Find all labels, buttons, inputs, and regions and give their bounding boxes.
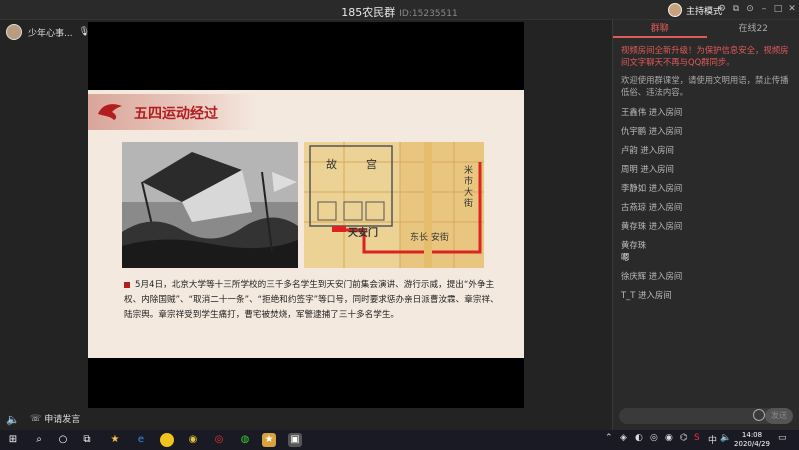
chat-panel: 群聊 在线22 视频房间全新升级！为保护信息安全，视频房间文字聊天不再与QQ群同… [612, 20, 799, 430]
room-rules: 欢迎使用群课堂，请使用文明用语，禁止传播低俗、违法内容。 [621, 75, 789, 97]
notification-icon[interactable]: ▭ [778, 433, 787, 443]
minimize-icon[interactable]: – [758, 3, 770, 15]
close-icon[interactable]: ✕ [786, 3, 798, 15]
cortana-icon[interactable]: ○ [56, 433, 70, 447]
tray-app-icon[interactable]: ◉ [665, 433, 673, 443]
tray-app-icon[interactable]: ◐ [635, 433, 643, 443]
room-name: 185农民群 [341, 6, 396, 19]
tray-app-icon[interactable]: ◎ [650, 433, 658, 443]
popout-icon[interactable]: ⧉ [730, 3, 742, 15]
edge-icon[interactable]: e [134, 433, 148, 447]
maximize-icon[interactable]: □ [772, 3, 784, 15]
join-message: 黄存珠 进入房间 [621, 221, 683, 231]
user-avatar[interactable] [6, 24, 22, 40]
tab-group-chat[interactable]: 群聊 [613, 20, 707, 38]
join-message: 徐庆辉 进入房间 [621, 271, 683, 281]
chat-messages: 视频房间全新升级！为保护信息安全，视频房间文字聊天不再与QQ群同步。 欢迎使用群… [621, 44, 793, 308]
sogou-ime-icon[interactable]: S [694, 433, 700, 443]
chat-tabs: 群聊 在线22 [613, 20, 799, 38]
paragraph-text: 5月4日，北京大学等十三所学校的三千多名学生到天安门前集会演讲、游行示威，提出“… [124, 280, 499, 320]
join-message: T_T 进入房间 [621, 290, 672, 300]
clock-date: 2020/4/29 [734, 440, 770, 448]
tab-online[interactable]: 在线22 [707, 20, 799, 38]
title-bar: 185农民群 ID:15235511 主持模式 ⚙ ⧉ ⊙ – □ ✕ [0, 0, 799, 20]
map-label-gu: 故 [326, 158, 337, 171]
message-text: 嗯 [621, 252, 630, 262]
bullet-icon [124, 281, 130, 288]
pin-icon[interactable]: ⊙ [744, 3, 756, 15]
send-button[interactable]: 发送 [765, 408, 793, 424]
host-mode[interactable]: 主持模式 [668, 3, 722, 17]
map-label-gong: 宫 [366, 158, 377, 171]
map-label-changan: 东长 安街 [410, 233, 449, 243]
join-message: 周明 进入房间 [621, 164, 674, 174]
qq-classroom-icon[interactable]: ★ [262, 433, 276, 447]
network-icon[interactable]: ⌬ [680, 433, 688, 443]
settings-icon[interactable]: ⚙ [716, 3, 728, 15]
system-notice: 视频房间全新升级！为保护信息安全，视频房间文字聊天不再与QQ群同步。 [621, 45, 789, 67]
phone-icon: ☏ [30, 413, 42, 424]
host-avatar [668, 3, 682, 17]
message-sender: 黄存珠 [621, 240, 647, 250]
chrome-icon[interactable]: ◍ [238, 433, 252, 447]
room-id: ID:15235511 [399, 9, 458, 19]
slide-paragraph: 5月4日，北京大学等十三所学校的三千多名学生到天安门前集会演讲、游行示威，提出“… [124, 278, 504, 323]
join-message: 古燕琼 进入房间 [621, 202, 683, 212]
volume-icon[interactable]: 🔈 [720, 433, 731, 443]
tray-chevron-icon[interactable]: ⌃ [605, 433, 613, 443]
slide-title: 五四运动经过 [134, 106, 218, 122]
emoji-icon[interactable] [753, 409, 765, 421]
tiananmen-map: 故 宫 天安门 东长 安街 米市大街 [304, 142, 484, 268]
app-window: 185农民群 ID:15235511 主持模式 ⚙ ⧉ ⊙ – □ ✕ 少年心事.… [0, 0, 799, 430]
historical-photo [122, 142, 298, 268]
map-label-tiananmen: 天安门 [348, 228, 378, 239]
star-app-icon[interactable]: ★ [108, 433, 122, 447]
ppt-slide: 五四运动经过 故 宫 天安门 东长 安街 米市大街 5月4日，北京大学等十三所学… [88, 90, 524, 358]
system-clock[interactable]: 14:08 2020/4/29 [732, 431, 772, 449]
game-icon[interactable]: ◉ [186, 433, 200, 447]
join-message: 卢韵 进入房间 [621, 145, 674, 155]
app-icon[interactable] [160, 433, 174, 447]
bird-logo-icon [98, 104, 122, 120]
join-message: 王鑫伟 进入房间 [621, 107, 683, 117]
windows-start-icon[interactable]: ⊞ [6, 433, 20, 447]
netease-music-icon[interactable]: ◎ [212, 433, 226, 447]
map-label-mishi: 米市大街 [464, 166, 474, 209]
join-message: 仇宇鹏 进入房间 [621, 126, 683, 136]
join-message: 李静如 进入房间 [621, 183, 683, 193]
task-view-icon[interactable]: ⧉ [80, 433, 94, 447]
apply-speak-label: 申请发言 [44, 415, 81, 425]
user-name[interactable]: 少年心事... [28, 26, 73, 39]
bottom-control-bar [0, 408, 612, 430]
ime-mode[interactable]: 中 [708, 433, 717, 446]
search-icon[interactable]: ⌕ [32, 433, 46, 447]
video-stage: 五四运动经过 故 宫 天安门 东长 安街 米市大街 5月4日，北京大学等十三所学… [88, 22, 524, 408]
clock-time: 14:08 [741, 431, 763, 439]
speaker-icon[interactable]: 🔈 [6, 413, 20, 426]
chat-input[interactable] [619, 408, 775, 424]
apply-speak-button[interactable]: ☏ 申请发言 [30, 412, 81, 426]
presentation-icon[interactable]: ▣ [288, 433, 302, 447]
tray-app-icon[interactable]: ◈ [620, 433, 627, 443]
